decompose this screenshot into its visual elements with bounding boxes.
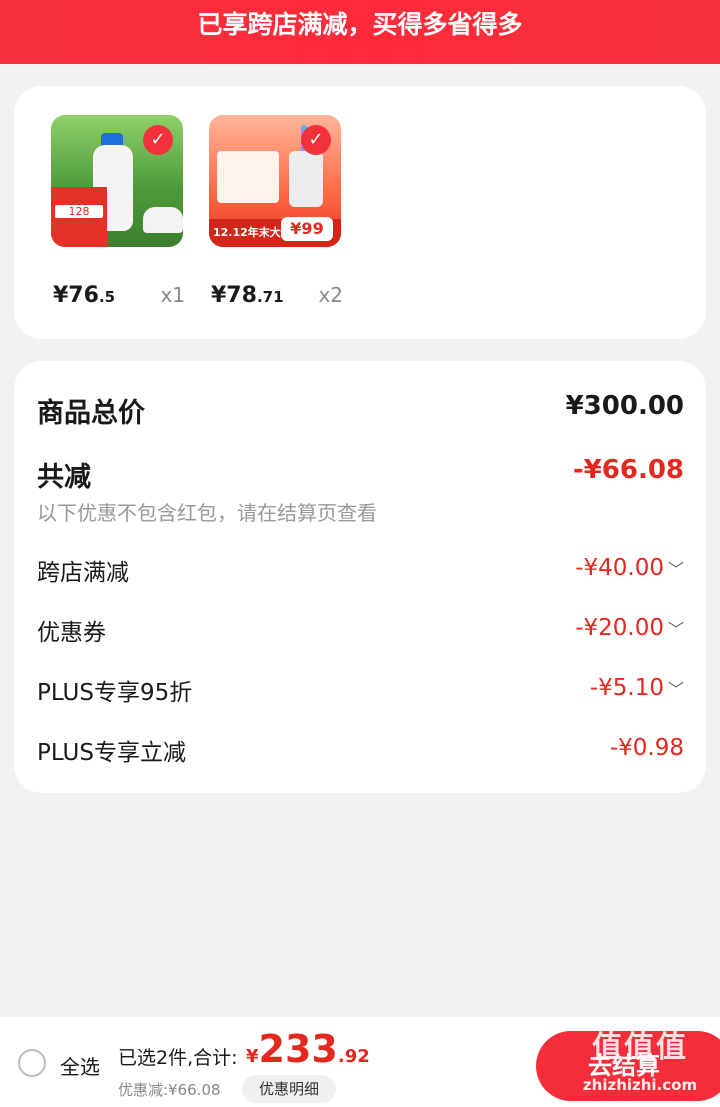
line-label: PLUS专享立减 [37,740,186,766]
top-banner: 已享跨店满减，买得多省得多 [0,0,720,64]
discount-line-plus-reduce: PLUS专享立减 -¥0.98 [37,733,684,767]
banner-text: 已享跨店满减，买得多省得多 [197,10,523,39]
total-label: 商品总价 [37,398,145,429]
price-summary-card: 商品总价 ¥300.00 共减 -¥66.08 以下优惠不包含红包，请在结算页查… [14,361,706,793]
select-all-radio[interactable] [18,1049,46,1077]
product-card: 128 ✓ ¥76.5 x1 12.12年末大促 ¥99 ✓ ¥78.71 x2 [14,86,706,339]
line-value: -¥20.00 ﹀ [575,615,684,641]
watermark-url: zhizhizhi.com [582,1076,698,1094]
discount-line-cross-store[interactable]: 跨店满减 -¥40.00 ﹀ [37,553,684,587]
discount-value: -¥66.08 [572,455,684,485]
product-quantity: x2 [318,283,343,307]
line-value: -¥40.00 ﹀ [575,555,684,581]
line-label: PLUS专享95折 [37,680,193,706]
watermark-brand: 值值值 [592,1030,688,1065]
chevron-down-icon: ﹀ [667,560,684,579]
total-row: 商品总价 ¥300.00 [37,391,684,430]
promo-tag: 128 [51,187,107,247]
shoe-shape [143,207,183,233]
discount-line-coupon[interactable]: 优惠券 -¥20.00 ﹀ [37,613,684,647]
product-item-1[interactable]: 128 ✓ ¥76.5 x1 [51,115,185,308]
saved-amount: 优惠减:¥66.08 [118,1081,221,1099]
selected-summary: 已选2件,合计: [118,1047,238,1069]
power-bank-shape [289,151,323,207]
check-icon: ✓ [143,125,173,155]
product-thumbnail[interactable]: 12.12年末大促 ¥99 ✓ [209,115,341,247]
line-label: 优惠券 [37,620,106,646]
discount-detail-button[interactable]: 优惠明细 [242,1075,336,1103]
product-price: ¥76.5 [53,283,116,308]
discount-label: 共减 [37,462,91,493]
discount-line-plus-95[interactable]: PLUS专享95折 -¥5.10 ﹀ [37,673,684,707]
chevron-down-icon: ﹀ [667,680,684,699]
product-item-2[interactable]: 12.12年末大促 ¥99 ✓ ¥78.71 x2 [209,115,343,308]
product-info-box [217,151,279,203]
promo-bar-text: 12.12年末大促 [213,226,292,239]
discount-note: 以下优惠不包含红包，请在结算页查看 [37,501,377,525]
line-label: 跨店满减 [37,560,129,586]
line-value: -¥0.98 [609,735,684,761]
promo-price-pill: ¥99 [281,217,333,241]
total-value: ¥300.00 [565,391,684,421]
promo-tag-price: 128 [55,205,103,218]
select-all-label[interactable]: 全选 [60,1051,100,1080]
discount-row: 共减 -¥66.08 [37,455,684,494]
product-price: ¥78.71 [211,283,284,308]
total-amount: ¥233.92 [246,1027,370,1071]
product-thumbnail[interactable]: 128 ✓ [51,115,183,247]
check-icon: ✓ [301,125,331,155]
product-quantity: x1 [160,283,185,307]
line-value: -¥5.10 ﹀ [589,675,684,701]
chevron-down-icon: ﹀ [667,620,684,639]
